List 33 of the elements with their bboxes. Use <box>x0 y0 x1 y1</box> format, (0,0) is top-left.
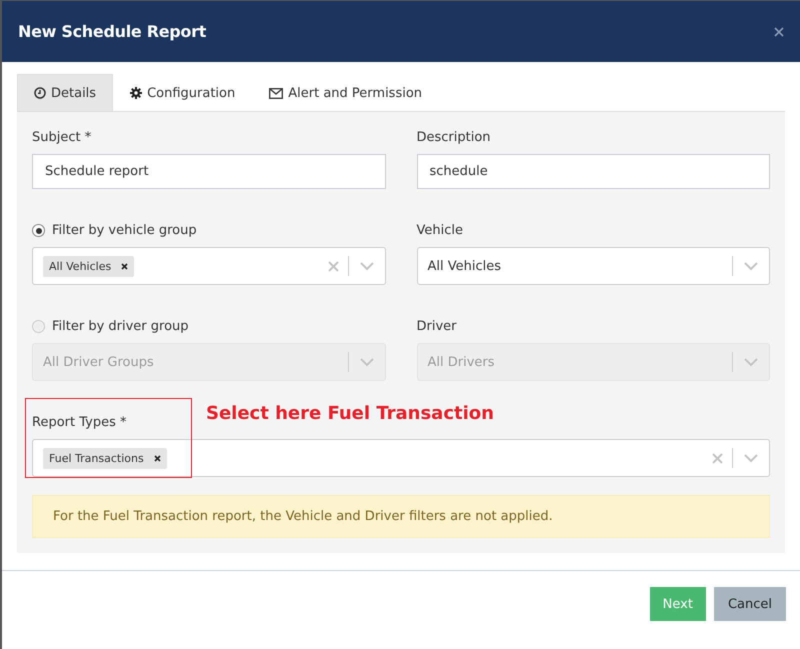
text-field[interactable]: schedule <box>416 154 770 189</box>
text-field[interactable]: Schedule report <box>32 154 386 189</box>
tab[interactable]: Details <box>17 74 114 111</box>
clock-icon <box>34 87 46 99</box>
remove-icon[interactable] <box>154 454 161 462</box>
gear-icon <box>130 87 142 99</box>
radio-label: Filter by driver group <box>52 319 189 334</box>
tab[interactable]: Configuration <box>113 74 252 111</box>
envelope-icon <box>269 88 284 98</box>
chevron-down-icon <box>360 262 374 270</box>
chevron-down-icon <box>744 454 758 462</box>
cancel-button[interactable]: Cancel <box>714 587 786 621</box>
tab[interactable]: Alert and Permission <box>252 74 440 111</box>
radio-button[interactable] <box>32 224 45 237</box>
radio-label: Filter by vehicle group <box>52 223 197 238</box>
remove-icon[interactable] <box>121 262 128 270</box>
multi-select-field[interactable]: All Vehicles <box>32 247 386 285</box>
field-label: Driver <box>416 319 458 334</box>
field-label: Report Types * <box>32 415 128 430</box>
field-label: Description <box>416 130 492 145</box>
selected-tag: Fuel Transactions <box>43 448 167 468</box>
multi-select-field[interactable]: Fuel Transactions <box>32 439 770 477</box>
selected-tag: All Vehicles <box>43 256 134 276</box>
chevron-down-icon <box>744 358 758 366</box>
notice-message: For the Fuel Transaction report, the Vehicle and Driver filters are not applied. <box>32 495 770 538</box>
select-field[interactable]: All Vehicles <box>416 247 770 285</box>
field-label: Vehicle <box>416 223 464 238</box>
dialog-title: New Schedule Report <box>18 22 206 41</box>
annotation-text: Select here Fuel Transaction <box>206 403 494 424</box>
field-label: Subject * <box>32 130 92 145</box>
chevron-down-icon <box>744 262 758 270</box>
close-icon[interactable] <box>774 26 784 36</box>
chevron-down-icon <box>360 358 374 366</box>
